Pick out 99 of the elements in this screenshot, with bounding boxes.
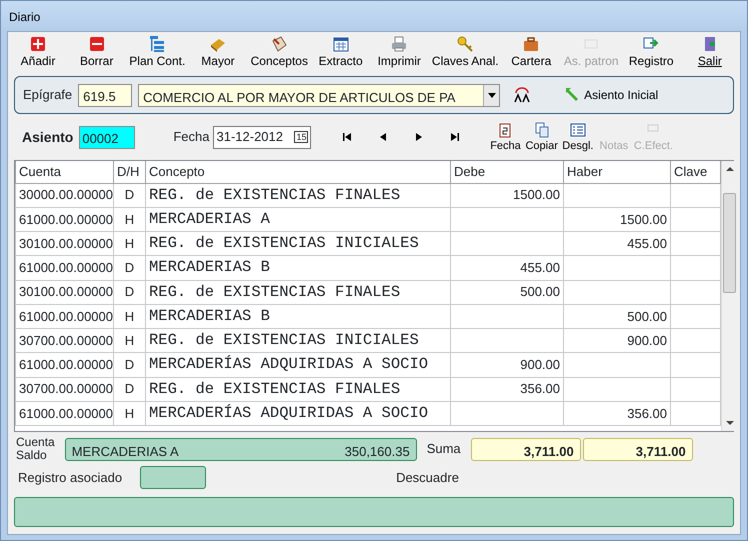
linked-record-label: Registro asociado (18, 468, 122, 487)
calendar-icon (332, 35, 350, 53)
table-cell: 61000.00.00000 (16, 256, 114, 280)
sum-label: Suma (426, 440, 461, 458)
table-cell: 61000.00.00000 (16, 352, 114, 377)
table-cell: MERCADERIAS B (146, 304, 450, 328)
action-button[interactable]: Fecha (489, 122, 522, 152)
toolbar-button[interactable]: Imprimir (373, 35, 426, 70)
key-icon (456, 35, 474, 53)
list-icon (570, 122, 586, 138)
toolbar-button[interactable]: Añadir (12, 35, 64, 70)
table-cell: 900.00 (450, 352, 564, 377)
toolbar-button[interactable]: Registro (625, 35, 678, 70)
date-label: Fecha (173, 128, 210, 146)
column-header[interactable]: D/H (114, 161, 146, 183)
dropdown-button[interactable] (483, 84, 500, 106)
table-cell: 30100.00.00000 (16, 232, 114, 256)
table-cell: D (114, 183, 146, 208)
table-cell: 61000.00.00000 (16, 207, 114, 232)
toolbar-button[interactable]: Plan Cont. (129, 35, 186, 70)
briefcase-icon (522, 35, 540, 53)
tree-icon (148, 35, 166, 53)
table-cell: MERCADERÍAS ADQUIRIDAS A SOCIO (146, 401, 450, 426)
initial-entry-button[interactable]: Asiento Inicial (564, 86, 658, 104)
imbalance-label: Descuadre (396, 468, 459, 487)
plus-icon (29, 35, 47, 53)
first-record-icon (342, 132, 352, 142)
copy-icon (534, 122, 550, 138)
table-cell: REG. de EXISTENCIAS FINALES (146, 280, 450, 304)
table-cell: H (114, 304, 146, 328)
table-cell: REG. de EXISTENCIAS FINALES (146, 183, 450, 208)
scrollbar[interactable] (721, 161, 737, 431)
linked-record-field[interactable] (140, 466, 206, 489)
table-cell: 500.00 (564, 304, 670, 328)
table-cell: MERCADERIAS A (146, 207, 450, 232)
table-cell: 61000.00.00000 (16, 401, 114, 426)
table-cell: H (114, 207, 146, 232)
debit-total-field: 3,711.00 (470, 438, 581, 460)
table-cell: 900.00 (564, 328, 670, 353)
table-cell: 30100.00.00000 (16, 280, 114, 304)
table-cell: 30000.00.00000 (16, 183, 114, 208)
table-cell: 500.00 (450, 280, 564, 304)
table-cell: 61000.00.00000 (16, 304, 114, 328)
table-cell: MERCADERIAS B (146, 256, 450, 280)
printer-icon (390, 35, 408, 53)
action-button[interactable]: Desgl. (562, 122, 594, 152)
toolbar-button[interactable]: Conceptos (250, 35, 308, 70)
table-cell: H (114, 401, 146, 426)
table-cell: 455.00 (450, 256, 564, 280)
table-cell: 356.00 (450, 377, 564, 402)
table-cell: D (114, 280, 146, 304)
scroll-thumb[interactable] (723, 193, 736, 293)
entry-label: Asiento (22, 128, 74, 146)
table-cell: D (114, 256, 146, 280)
table-cell: 30700.00.00000 (16, 377, 114, 402)
table-cell: 356.00 (564, 401, 670, 426)
table-cell: H (114, 328, 146, 353)
column-header[interactable]: Clave (670, 161, 720, 183)
caret-icon (488, 92, 496, 98)
field-label: Epígrafe (23, 86, 72, 104)
table-cell: REG. de EXISTENCIAS FINALES (146, 377, 450, 402)
previous-icon (378, 132, 388, 142)
entry-number-field[interactable]: 00002 (79, 126, 136, 148)
balance-label: Saldo (16, 449, 48, 462)
account-label: Cuenta (16, 436, 55, 449)
column-header[interactable]: Debe (450, 161, 564, 183)
table-cell: 30700.00.00000 (16, 328, 114, 353)
toolbar-button[interactable]: Claves Anal. (432, 35, 499, 70)
date-field[interactable]: 31-12-2012 15 (213, 126, 312, 148)
minus-icon (88, 35, 106, 53)
toolbar-button[interactable]: Salir (684, 35, 736, 70)
table-cell: MERCADERÍAS ADQUIRIDAS A SOCIO (146, 352, 450, 377)
toolbar-button[interactable]: Borrar (70, 35, 123, 70)
column-header[interactable]: Concepto (146, 161, 450, 183)
toolbar-button[interactable]: Cartera (505, 35, 558, 70)
calendar-button[interactable]: 15 (294, 131, 308, 143)
toolbar-button[interactable]: Extracto (314, 35, 367, 70)
table-cell: D (114, 377, 146, 402)
description-combo[interactable]: COMERCIO AL POR MAYOR DE ARTICULOS DE PA (138, 84, 500, 106)
table-cell: REG. de EXISTENCIAS INICIALES (146, 232, 450, 256)
credit-total-field: 3,711.00 (582, 438, 693, 460)
table-cell: REG. de EXISTENCIAS INICIALES (146, 328, 450, 353)
column-header[interactable]: Haber (564, 161, 670, 183)
tag-icon (270, 35, 288, 53)
table-cell: 455.00 (564, 232, 670, 256)
next-icon (414, 132, 424, 142)
code-field[interactable]: 619.5 (78, 84, 132, 106)
action-button[interactable]: Copiar (525, 122, 558, 152)
last-record-icon (450, 132, 460, 142)
table-cell: D (114, 352, 146, 377)
arrow-icon (564, 87, 580, 103)
calendar-icon (497, 122, 514, 138)
column-header[interactable]: Cuenta (16, 161, 114, 183)
table-cell: H (114, 232, 146, 256)
table-cell: 1500.00 (450, 183, 564, 208)
table-cell: 1500.00 (564, 207, 670, 232)
toolbar-button[interactable]: Mayor (192, 35, 244, 70)
window-title: Diario (8, 9, 42, 26)
account-balance-field: MERCADERIAS A 350,160.35 (64, 438, 417, 460)
